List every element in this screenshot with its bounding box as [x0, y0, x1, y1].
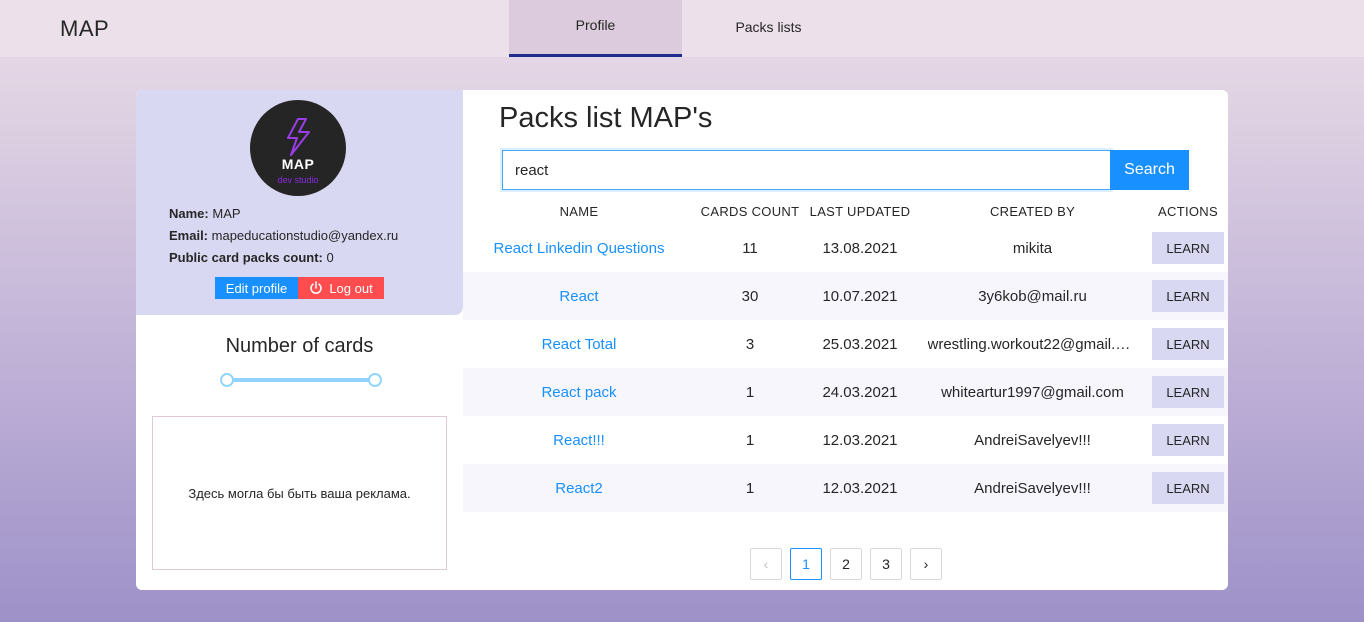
created-by: wrestling.workout22@gmail.com — [915, 320, 1150, 368]
ad-text: Здесь могла бы быть ваша реклама. — [188, 485, 411, 501]
last-updated: 10.07.2021 — [822, 287, 898, 305]
pagination-prev-button[interactable]: ‹ — [750, 548, 782, 580]
tab-profile[interactable]: Profile — [509, 0, 682, 57]
avatar: MAP dev studio — [250, 100, 346, 196]
pack-name-link[interactable]: React pack — [463, 368, 695, 416]
table-row: React Linkedin Questions 11 13.08.2021 m… — [463, 224, 1228, 272]
search-button[interactable]: Search — [1110, 150, 1189, 190]
cards-range-min-handle[interactable] — [220, 373, 234, 387]
app-logo[interactable]: MAP — [60, 16, 109, 42]
column-header-cards-count[interactable]: CARDS COUNT — [695, 204, 805, 219]
created-by: AndreiSavelyev!!! — [915, 464, 1150, 512]
top-navbar: MAP Profile Packs lists — [0, 0, 1364, 57]
pagination-page-3[interactable]: 3 — [870, 548, 902, 580]
lightning-icon — [287, 118, 310, 156]
column-header-name[interactable]: NAME — [463, 204, 695, 219]
page-title: Packs list MAP's — [499, 102, 713, 134]
name-value: MAP — [212, 206, 241, 221]
author-text: mikita — [1012, 239, 1053, 257]
created-by: 3y6kob@mail.ru — [915, 272, 1150, 320]
last-updated: 12.03.2021 — [822, 479, 898, 497]
cards-count: 30 — [741, 287, 759, 305]
table-row: React 30 10.07.2021 3y6kob@mail.ru LEARN — [463, 272, 1228, 320]
learn-button[interactable]: LEARN — [1152, 424, 1224, 456]
main-card: MAP dev studio Name: MAP Email: mapeduca… — [136, 90, 1228, 590]
cards-range-track[interactable] — [227, 378, 375, 382]
pagination-next-button[interactable]: › — [910, 548, 942, 580]
logout-button[interactable]: Log out — [298, 277, 384, 299]
column-header-created-by[interactable]: CREATED BY — [915, 204, 1150, 219]
cards-count: 3 — [745, 335, 755, 353]
learn-button[interactable]: LEARN — [1152, 328, 1224, 360]
name-label: Name: — [169, 206, 209, 221]
avatar-title: MAP — [281, 156, 315, 172]
profile-panel: MAP dev studio Name: MAP Email: mapeduca… — [136, 90, 463, 315]
profile-info: Name: MAP Email: mapeducationstudio@yand… — [169, 203, 398, 269]
packs-count-label: Public card packs count: — [169, 250, 323, 265]
search-input[interactable] — [502, 150, 1111, 190]
learn-button[interactable]: LEARN — [1152, 232, 1224, 264]
last-updated: 13.08.2021 — [822, 239, 898, 257]
table-row: React!!! 1 12.03.2021 AndreiSavelyev!!! … — [463, 416, 1228, 464]
profile-name-line: Name: MAP — [169, 203, 398, 225]
created-by: mikita — [915, 224, 1150, 272]
email-value: mapeducationstudio@yandex.ru — [211, 228, 399, 243]
tab-packs-lists[interactable]: Packs lists — [682, 0, 855, 57]
avatar-subtitle: dev studio — [277, 175, 319, 185]
table-row: React pack 1 24.03.2021 whiteartur1997@g… — [463, 368, 1228, 416]
pagination-page-1[interactable]: 1 — [790, 548, 822, 580]
pagination-page-2[interactable]: 2 — [830, 548, 862, 580]
pack-name-link[interactable]: React — [463, 272, 695, 320]
learn-button[interactable]: LEARN — [1152, 376, 1224, 408]
cards-range-max-handle[interactable] — [368, 373, 382, 387]
created-by: AndreiSavelyev!!! — [915, 416, 1150, 464]
ad-placeholder: Здесь могла бы быть ваша реклама. — [152, 416, 447, 570]
created-by: whiteartur1997@gmail.com — [915, 368, 1150, 416]
learn-button[interactable]: LEARN — [1152, 280, 1224, 312]
column-header-last-updated[interactable]: LAST UPDATED — [805, 204, 915, 219]
last-updated: 12.03.2021 — [822, 431, 898, 449]
author-text: 3y6kob@mail.ru — [978, 287, 1087, 305]
power-icon — [310, 281, 323, 294]
profile-packs-line: Public card packs count: 0 — [169, 247, 398, 269]
author-text: AndreiSavelyev!!! — [974, 479, 1091, 497]
logout-label: Log out — [329, 280, 373, 296]
cards-count: 1 — [745, 431, 755, 449]
table-row: React2 1 12.03.2021 AndreiSavelyev!!! LE… — [463, 464, 1228, 512]
last-updated: 24.03.2021 — [822, 383, 898, 401]
cards-count: 1 — [745, 479, 755, 497]
author-text: AndreiSavelyev!!! — [974, 431, 1091, 449]
last-updated: 25.03.2021 — [822, 335, 898, 353]
cards-count: 1 — [745, 383, 755, 401]
cards-count: 11 — [742, 239, 758, 257]
author-text: whiteartur1997@gmail.com — [941, 383, 1124, 401]
edit-profile-button[interactable]: Edit profile — [215, 277, 298, 299]
pack-name-link[interactable]: React!!! — [463, 416, 695, 464]
pack-name-link[interactable]: React Linkedin Questions — [463, 224, 695, 272]
learn-button[interactable]: LEARN — [1152, 472, 1224, 504]
packs-count-value: 0 — [326, 250, 334, 265]
email-label: Email: — [169, 228, 209, 243]
table-row: React Total 3 25.03.2021 wrestling.worko… — [463, 320, 1228, 368]
pack-name-link[interactable]: React Total — [463, 320, 695, 368]
column-header-actions: ACTIONS — [1158, 204, 1218, 219]
profile-email-line: Email: mapeducationstudio@yandex.ru — [169, 225, 398, 247]
author-text: wrestling.workout22@gmail.com — [927, 335, 1138, 353]
number-of-cards-title: Number of cards — [225, 335, 374, 357]
pack-name-link[interactable]: React2 — [463, 464, 695, 512]
